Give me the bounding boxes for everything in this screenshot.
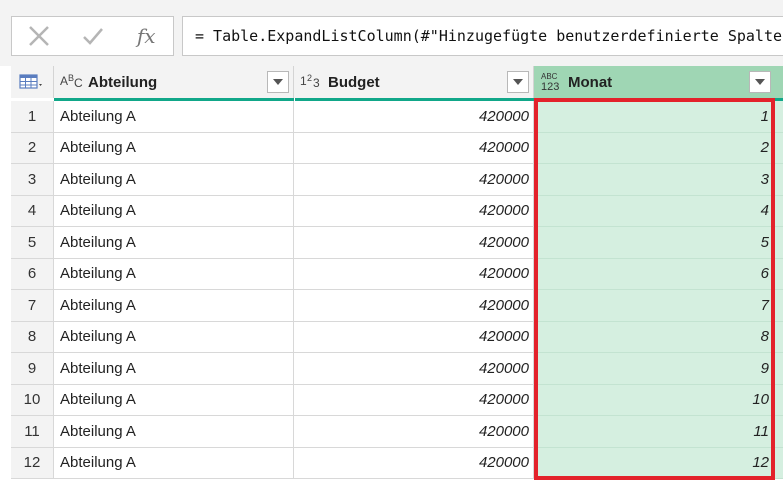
cell-monat[interactable]: 4	[534, 195, 783, 227]
cell-abteilung[interactable]: Abteilung A	[54, 101, 294, 133]
table-row[interactable]: 10 Abteilung A 420000 10	[11, 384, 783, 416]
formula-buttons: fx	[11, 16, 174, 56]
cell-abteilung[interactable]: Abteilung A	[54, 290, 294, 322]
cell-monat[interactable]: 1	[534, 101, 783, 133]
cell-budget[interactable]: 420000	[294, 321, 534, 353]
column-title: Budget	[328, 73, 380, 91]
cell-abteilung[interactable]: Abteilung A	[54, 321, 294, 353]
svg-text:3: 3	[313, 76, 320, 89]
table-row[interactable]: 7 Abteilung A 420000 7	[11, 290, 783, 322]
cell-monat[interactable]: 3	[534, 164, 783, 196]
cell-abteilung[interactable]: Abteilung A	[54, 164, 294, 196]
row-number[interactable]: 8	[11, 321, 54, 353]
cell-monat[interactable]: 8	[534, 321, 783, 353]
cell-abteilung[interactable]: Abteilung A	[54, 132, 294, 164]
column-title: Abteilung	[88, 73, 158, 91]
cell-budget[interactable]: 420000	[294, 227, 534, 259]
table-menu-button[interactable]	[11, 66, 54, 98]
table-row[interactable]: 8 Abteilung A 420000 8	[11, 321, 783, 353]
cell-budget[interactable]: 420000	[294, 101, 534, 133]
cell-monat[interactable]: 5	[534, 227, 783, 259]
cell-budget[interactable]: 420000	[294, 132, 534, 164]
column-filter-button[interactable]	[749, 71, 771, 93]
data-grid: A B C Abteilung 1 2 3 Budget ABC 123 Mon…	[11, 66, 783, 482]
table-row[interactable]: 2 Abteilung A 420000 2	[11, 132, 783, 164]
row-number[interactable]: 6	[11, 258, 54, 290]
fx-label: fx	[136, 24, 156, 48]
row-number[interactable]: 12	[11, 447, 54, 479]
table-icon	[19, 74, 42, 89]
formula-input[interactable]: = Table.ExpandListColumn(#"Hinzugefügte …	[182, 16, 783, 56]
table-row[interactable]: 5 Abteilung A 420000 5	[11, 227, 783, 259]
row-number[interactable]: 4	[11, 195, 54, 227]
row-number[interactable]: 2	[11, 132, 54, 164]
table-row[interactable]: 3 Abteilung A 420000 3	[11, 164, 783, 196]
grid-header: A B C Abteilung 1 2 3 Budget ABC 123 Mon…	[11, 66, 783, 102]
cell-abteilung[interactable]: Abteilung A	[54, 447, 294, 479]
cell-budget[interactable]: 420000	[294, 164, 534, 196]
check-icon	[82, 28, 103, 45]
cell-monat[interactable]: 11	[534, 416, 783, 448]
table-row[interactable]: 4 Abteilung A 420000 4	[11, 195, 783, 227]
table-row[interactable]: 1 Abteilung A 420000 1	[11, 101, 783, 133]
row-number[interactable]: 10	[11, 384, 54, 416]
cell-budget[interactable]: 420000	[294, 416, 534, 448]
cell-monat[interactable]: 9	[534, 353, 783, 385]
cell-monat[interactable]: 6	[534, 258, 783, 290]
row-number[interactable]: 11	[11, 416, 54, 448]
formula-bar: fx = Table.ExpandListColumn(#"Hinzugefüg…	[0, 0, 783, 66]
cell-budget[interactable]: 420000	[294, 447, 534, 479]
svg-text:C: C	[74, 76, 83, 89]
any-type-icon[interactable]: ABC 123	[540, 70, 568, 95]
cell-monat[interactable]: 7	[534, 290, 783, 322]
column-filter-button[interactable]	[267, 71, 289, 93]
cell-abteilung[interactable]: Abteilung A	[54, 353, 294, 385]
table-row[interactable]: 9 Abteilung A 420000 9	[11, 353, 783, 385]
commit-button[interactable]	[66, 17, 120, 55]
cell-abteilung[interactable]: Abteilung A	[54, 227, 294, 259]
cancel-button[interactable]	[12, 17, 66, 55]
cell-abteilung[interactable]: Abteilung A	[54, 258, 294, 290]
cell-monat[interactable]: 10	[534, 384, 783, 416]
cell-budget[interactable]: 420000	[294, 258, 534, 290]
cell-abteilung[interactable]: Abteilung A	[54, 195, 294, 227]
column-filter-button[interactable]	[507, 71, 529, 93]
cell-budget[interactable]: 420000	[294, 195, 534, 227]
chevron-down-icon	[755, 79, 765, 85]
svg-text:2: 2	[307, 73, 312, 83]
cell-budget[interactable]: 420000	[294, 290, 534, 322]
column-title: Monat	[568, 73, 613, 91]
svg-text:123: 123	[541, 81, 559, 92]
svg-text:1: 1	[300, 74, 307, 88]
formula-text: = Table.ExpandListColumn(#"Hinzugefügte …	[195, 27, 783, 45]
cell-abteilung[interactable]: Abteilung A	[54, 416, 294, 448]
cell-monat[interactable]: 2	[534, 132, 783, 164]
row-number[interactable]: 7	[11, 290, 54, 322]
cell-monat[interactable]: 12	[534, 447, 783, 479]
chevron-down-icon	[273, 79, 283, 85]
cell-budget[interactable]: 420000	[294, 353, 534, 385]
number-type-icon[interactable]: 1 2 3	[300, 73, 328, 92]
fx-button[interactable]: fx	[119, 17, 173, 55]
table-row[interactable]: 11 Abteilung A 420000 11	[11, 416, 783, 448]
row-number[interactable]: 5	[11, 227, 54, 259]
row-number[interactable]: 1	[11, 101, 54, 133]
cell-abteilung[interactable]: Abteilung A	[54, 384, 294, 416]
table-row[interactable]: 6 Abteilung A 420000 6	[11, 258, 783, 290]
text-type-icon[interactable]: A B C	[60, 73, 88, 92]
row-number[interactable]: 9	[11, 353, 54, 385]
column-header-budget[interactable]: 1 2 3 Budget	[294, 66, 534, 98]
table-row[interactable]: 12 Abteilung A 420000 12	[11, 447, 783, 479]
row-number[interactable]: 3	[11, 164, 54, 196]
chevron-down-icon	[513, 79, 523, 85]
svg-text:A: A	[60, 74, 68, 88]
column-header-abteilung[interactable]: A B C Abteilung	[54, 66, 294, 98]
cell-budget[interactable]: 420000	[294, 384, 534, 416]
svg-text:ABC: ABC	[541, 72, 558, 81]
x-icon	[28, 26, 49, 46]
column-header-monat[interactable]: ABC 123 Monat	[534, 66, 783, 98]
